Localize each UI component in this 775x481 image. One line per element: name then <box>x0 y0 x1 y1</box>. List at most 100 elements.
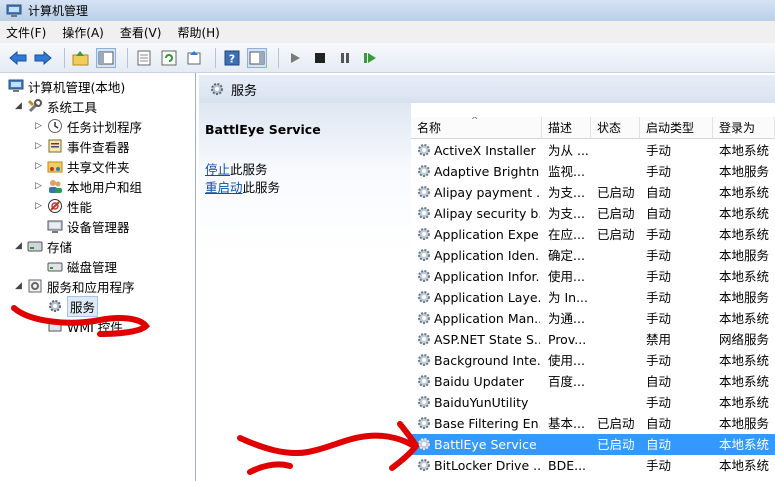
tree-item-wmi-control[interactable]: WMI 控件 <box>34 316 123 336</box>
stop-icon[interactable] <box>310 48 330 68</box>
logon-cell: 本地系统 <box>719 227 770 242</box>
tree-item-shared-folders[interactable]: ▷ 共享文件夹 <box>34 156 130 176</box>
service-row[interactable]: Alipay payment ... 为支... 已启动 自动 本地系统 <box>411 182 775 203</box>
restart-service-link[interactable]: 重启动 <box>205 180 243 195</box>
wmi-icon <box>47 318 63 334</box>
column-header-logon-as[interactable]: 登录为 <box>713 117 775 139</box>
service-row[interactable]: BattlEye Service 已启动 自动 本地系统 <box>411 434 775 455</box>
tree-item-label: 共享文件夹 <box>67 159 130 175</box>
collapse-icon[interactable]: ◢ <box>14 241 23 251</box>
status-cell <box>597 266 640 287</box>
tree-item-device-manager[interactable]: 设备管理器 <box>34 216 130 236</box>
tree-item-local-users-groups[interactable]: ▷ 本地用户和组 <box>34 176 142 196</box>
event-viewer-icon <box>47 138 63 154</box>
menu-action[interactable]: 操作(A) <box>62 24 104 41</box>
startup-type-cell: 手动 <box>646 311 672 326</box>
tree-item-task-scheduler[interactable]: ▷ 任务计划程序 <box>34 116 142 136</box>
navigation-tree: 计算机管理(本地) ◢ 系统工具 ▷ 任务计划程序 ▷ 事件查看器 ▷ 共享文件… <box>0 73 196 481</box>
back-icon[interactable] <box>8 48 28 68</box>
description-cell: 在应... <box>548 227 585 242</box>
export-icon[interactable] <box>184 48 204 68</box>
up-icon[interactable] <box>71 48 91 68</box>
svg-text:?: ? <box>229 52 235 65</box>
expand-icon[interactable]: ▷ <box>34 181 43 191</box>
description-cell: 使用... <box>548 269 585 284</box>
name-cell: Alipay payment ... <box>434 185 540 200</box>
status-cell: 已启动 <box>597 227 635 242</box>
tree-item-system-tools[interactable]: ◢ 系统工具 <box>14 96 97 116</box>
status-cell <box>597 161 640 182</box>
tree-item-label: 计算机管理(本地) <box>28 79 126 95</box>
tree-item-services-and-applications[interactable]: ◢ 服务和应用程序 <box>14 276 135 296</box>
column-header-name[interactable]: 名称 ^ <box>411 117 542 139</box>
logon-cell: 本地系统 <box>719 185 770 200</box>
selected-service-name: BattlEye Service <box>205 122 321 137</box>
restart-service-action: 重启动此服务 <box>205 177 280 196</box>
service-row[interactable]: Application Infor... 使用... 手动 本地系统 <box>411 266 775 287</box>
tree-item-performance[interactable]: ▷ 性能 <box>34 196 92 216</box>
logon-cell: 本地系统 <box>719 395 770 410</box>
column-header-status[interactable]: 状态 <box>591 117 640 139</box>
refresh-icon[interactable] <box>159 48 179 68</box>
service-row[interactable]: ASP.NET State S... Prov... 禁用 网络服务 <box>411 329 775 350</box>
service-row[interactable]: Base Filtering En... 基本... 已启动 自动 本地服务 <box>411 413 775 434</box>
tree-item-disk-management[interactable]: 磁盘管理 <box>34 256 117 276</box>
expand-icon[interactable]: ▷ <box>34 161 43 171</box>
menu-help[interactable]: 帮助(H) <box>177 24 219 41</box>
service-gear-icon <box>418 228 430 240</box>
collapse-icon[interactable]: ◢ <box>14 101 23 111</box>
description-cell <box>548 392 591 413</box>
description-cell <box>548 434 591 455</box>
service-row[interactable]: Alipay security b... 为支... 已启动 自动 本地系统 <box>411 203 775 224</box>
services-title: 服务 <box>231 83 258 99</box>
expand-icon[interactable]: ▷ <box>34 201 43 211</box>
service-row[interactable]: Background Inte... 使用... 手动 本地系统 <box>411 350 775 371</box>
pause-icon[interactable] <box>335 48 355 68</box>
show-hide-action-icon[interactable] <box>247 47 267 68</box>
startup-type-cell: 手动 <box>646 227 672 242</box>
service-row[interactable]: Application Iden... 确定... 手动 本地服务 <box>411 245 775 266</box>
startup-type-cell: 手动 <box>646 353 672 368</box>
tree-item-computer-management[interactable]: 计算机管理(本地) <box>8 76 125 96</box>
forward-icon[interactable] <box>33 48 53 68</box>
collapse-icon[interactable]: ◢ <box>14 281 23 291</box>
properties-icon[interactable] <box>134 48 154 68</box>
startup-type-cell: 手动 <box>646 269 672 284</box>
tree-item-services[interactable]: 服务 <box>34 295 99 317</box>
tree-item-event-viewer[interactable]: ▷ 事件查看器 <box>34 136 130 156</box>
help-icon[interactable]: ? <box>222 48 242 68</box>
tree-item-storage[interactable]: ◢ 存储 <box>14 236 72 256</box>
status-cell: 已启动 <box>597 185 635 200</box>
tree-item-label: 事件查看器 <box>67 139 130 155</box>
toolbar-separator <box>64 47 65 68</box>
column-header-description[interactable]: 描述 <box>542 117 591 139</box>
logon-cell: 本地服务 <box>719 248 770 263</box>
list-header: 名称 ^ 描述 状态 启动类型 登录为 <box>411 117 775 139</box>
description-cell: 为从 ... <box>548 143 589 158</box>
toolbar-separator <box>215 47 216 68</box>
tree-item-label: WMI 控件 <box>67 319 123 335</box>
stop-service-link[interactable]: 停止 <box>205 162 230 177</box>
start-icon[interactable] <box>285 48 305 68</box>
service-row[interactable]: Application Expe... 在应... 已启动 手动 本地系统 <box>411 224 775 245</box>
logon-cell: 本地系统 <box>719 269 770 284</box>
show-hide-tree-icon[interactable] <box>96 47 116 68</box>
expand-icon[interactable]: ▷ <box>34 121 43 131</box>
menu-file[interactable]: 文件(F) <box>6 24 46 41</box>
menu-view[interactable]: 查看(V) <box>120 24 162 41</box>
service-row[interactable]: BitLocker Drive ... BDE... 手动 本地系统 <box>411 455 775 476</box>
service-row[interactable]: Application Laye... 为 In... 手动 本地服务 <box>411 287 775 308</box>
column-header-startup-type[interactable]: 启动类型 <box>640 117 713 139</box>
service-row[interactable]: Adaptive Brightn... 监视... 手动 本地服务 <box>411 161 775 182</box>
tree-item-label: 系统工具 <box>47 99 98 115</box>
service-row[interactable]: Application Man... 为通... 手动 本地系统 <box>411 308 775 329</box>
service-row[interactable]: ActiveX Installer ... 为从 ... 手动 本地系统 <box>411 140 775 161</box>
service-row[interactable]: Baidu Updater 百度... 自动 本地系统 <box>411 371 775 392</box>
startup-type-cell: 自动 <box>646 437 672 452</box>
service-row[interactable]: BaiduYunUtility 手动 本地系统 <box>411 392 775 413</box>
name-cell: Application Expe... <box>434 227 540 242</box>
service-gear-icon <box>418 186 430 198</box>
expand-icon[interactable]: ▷ <box>34 141 43 151</box>
service-detail-pane: BattlEye Service 停止此服务 重启动此服务 <box>199 103 411 481</box>
resume-icon[interactable] <box>360 48 380 68</box>
